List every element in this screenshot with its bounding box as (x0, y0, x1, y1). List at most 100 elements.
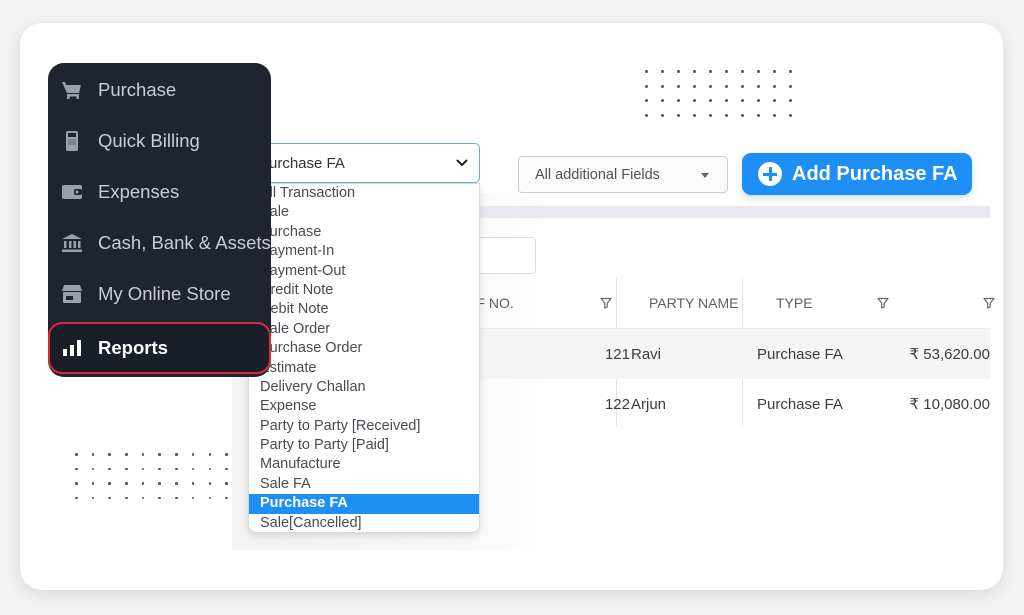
dot (773, 99, 776, 102)
transaction-type-options: All Transaction Sale Purchase Payment-In Pay… (248, 183, 480, 533)
dot (225, 467, 228, 470)
filter-icon[interactable] (877, 277, 889, 329)
dot (773, 113, 776, 117)
dot (725, 84, 728, 88)
dropdown-option[interactable]: Purchase FA (249, 494, 479, 514)
dot (225, 496, 228, 499)
dot (108, 496, 111, 499)
dot (693, 99, 696, 102)
dropdown-option[interactable]: Sale Order (249, 320, 479, 339)
dot (91, 496, 95, 499)
dropdown-option[interactable]: All Transaction (249, 184, 479, 203)
filter-icon[interactable] (983, 277, 995, 329)
sidebar-item-cash-bank-assets[interactable]: Cash, Bank & Assets (48, 217, 271, 268)
dot (789, 99, 792, 102)
sidebar-item-quick-billing[interactable]: Quick Billing (48, 115, 271, 166)
column-header-label: PARTY NAME (649, 295, 739, 311)
dropdown-option[interactable]: Party to Party [Received] (249, 417, 479, 436)
column-header-ref-no[interactable]: REF NO. (457, 277, 610, 329)
decorative-dot-grid (75, 453, 242, 511)
sidebar-item-label: Quick Billing (98, 129, 200, 151)
table-row[interactable]: 122 Arjun Purchase FA ₹ 10,080.00 (460, 379, 990, 429)
dot (225, 482, 228, 485)
dot (693, 113, 696, 117)
dropdown-option[interactable]: Purchase (249, 223, 479, 242)
sidebar: Purchase Quick Billing Expenses Cash, Ba… (48, 63, 271, 377)
bar-chart-icon (60, 339, 84, 357)
dot (91, 453, 95, 456)
dot (677, 113, 680, 117)
dropdown-option[interactable]: Sale[Cancelled] (249, 514, 479, 533)
dot (645, 113, 648, 117)
dropdown-option[interactable]: Payment-Out (249, 262, 479, 281)
dot (741, 84, 744, 88)
dot (208, 453, 211, 456)
dropdown-option[interactable]: Sale (249, 203, 479, 222)
caret-down-icon (701, 173, 709, 178)
transactions-table: REF NO. PARTY NAME TYPE 121 Ravi Purchas… (457, 277, 995, 429)
cell-amount: ₹ 10,080.00 (909, 396, 990, 413)
dot (741, 113, 744, 117)
sidebar-item-label: Reports (98, 337, 168, 358)
cart-icon (60, 80, 84, 100)
dot (158, 496, 161, 499)
dot (75, 467, 78, 470)
column-header-party-name[interactable]: PARTY NAME (629, 277, 738, 329)
sidebar-item-purchase[interactable]: Purchase (48, 64, 271, 115)
dropdown-option[interactable]: Party to Party [Paid] (249, 436, 479, 455)
dot (693, 70, 696, 73)
chevron-down-icon (456, 159, 468, 166)
dropdown-option[interactable]: Delivery Challan (249, 378, 479, 397)
cell-ref-no: 122 (604, 395, 630, 413)
dot (773, 70, 776, 73)
dot (645, 84, 648, 88)
table-header: REF NO. PARTY NAME TYPE (457, 277, 995, 329)
cell-type: Purchase FA (757, 395, 843, 413)
dropdown-option[interactable]: Expense (249, 397, 479, 416)
sidebar-item-label: Purchase (98, 78, 177, 100)
dropdown-option[interactable]: Credit Note (249, 281, 479, 300)
dropdown-option[interactable]: Purchase Order (249, 339, 479, 358)
dot (208, 467, 211, 470)
dropdown-option[interactable]: Debit Note (249, 300, 479, 319)
additional-fields-label: All additional Fields (535, 166, 660, 183)
dropdown-option[interactable]: Estimate (249, 359, 479, 378)
dot (757, 113, 760, 117)
sidebar-item-my-online-store[interactable]: My Online Store (48, 268, 271, 319)
dot (175, 453, 178, 456)
dot (191, 496, 195, 499)
sidebar-item-label: My Online Store (98, 282, 231, 304)
bank-icon (60, 233, 84, 253)
additional-fields-dropdown[interactable]: All additional Fields (518, 156, 728, 193)
pos-terminal-icon (60, 130, 84, 152)
dot (141, 496, 145, 499)
add-purchase-fa-button[interactable]: Add Purchase FA (742, 153, 972, 195)
column-header-type[interactable]: TYPE (762, 277, 813, 329)
sidebar-item-label: Cash, Bank & Assets (98, 231, 271, 253)
dot (108, 453, 111, 456)
cell-party-name: Ravi (631, 345, 662, 363)
dot (91, 482, 95, 485)
table-row[interactable]: 121 Ravi Purchase FA ₹ 53,620.00 (460, 329, 990, 379)
dot (141, 453, 145, 456)
sidebar-item-reports[interactable]: Reports (48, 322, 271, 374)
store-icon (60, 284, 84, 304)
dot (75, 496, 78, 499)
dot (158, 482, 161, 485)
dot (709, 70, 712, 73)
dot (709, 113, 712, 117)
dropdown-option[interactable]: Sale FA (249, 475, 479, 494)
dot (208, 482, 211, 485)
dot (677, 70, 680, 73)
sidebar-item-expenses[interactable]: Expenses (48, 166, 271, 217)
dropdown-option[interactable]: Manufacture (249, 455, 479, 474)
dot (757, 99, 760, 102)
filter-icon[interactable] (600, 277, 612, 329)
dot (158, 453, 161, 456)
decorative-dot-grid (645, 70, 805, 128)
showcase-card: REF NO. PARTY NAME TYPE 121 Ravi Purchas… (20, 23, 1003, 590)
dot (125, 467, 128, 470)
add-button-label: Add Purchase FA (792, 162, 958, 185)
cell-ref-no: 121 (604, 345, 630, 363)
dropdown-option[interactable]: Payment-In (249, 242, 479, 261)
